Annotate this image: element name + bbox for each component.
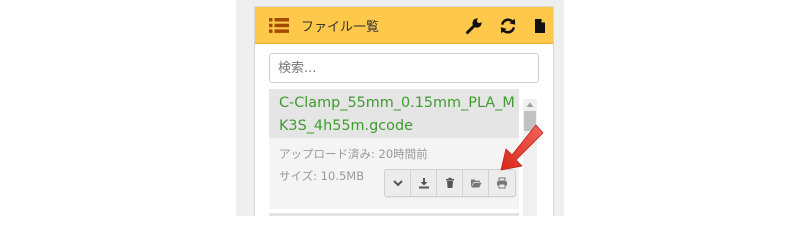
search-input[interactable] xyxy=(269,53,539,83)
files-panel-title: ファイル一覧 xyxy=(301,20,380,35)
print-icon xyxy=(497,177,507,189)
folder-open-icon xyxy=(470,179,481,188)
file-name-link[interactable]: C-Clamp_55mm_0.15mm_PLA_MK3S_4h55m.gcode xyxy=(269,89,519,138)
refresh-button[interactable] xyxy=(498,16,518,36)
print-button[interactable] xyxy=(489,170,515,196)
new-file-button[interactable] xyxy=(530,16,550,36)
load-button[interactable] xyxy=(463,170,489,196)
upload-time-text: アップロード済み: 20時間前 xyxy=(279,147,428,161)
download-icon xyxy=(418,178,429,189)
new-file-icon xyxy=(535,19,545,33)
file-action-buttons xyxy=(384,169,516,197)
file-size-text: サイズ: 10.5MB xyxy=(279,169,365,183)
list-icon xyxy=(269,18,289,33)
chevron-down-icon xyxy=(392,180,403,187)
expand-button[interactable] xyxy=(385,170,411,196)
files-panel: ファイル一覧 C-Clamp_55mm_0.15mm_PL xyxy=(254,6,554,216)
download-button[interactable] xyxy=(411,170,437,196)
wrench-button[interactable] xyxy=(464,16,484,36)
wrench-icon xyxy=(466,18,482,34)
refresh-icon xyxy=(500,18,516,34)
delete-button[interactable] xyxy=(437,170,463,196)
file-list-item[interactable]: C-Clamp_55mm_0.15mm_PLA_MK3S_4h55m.gcode… xyxy=(269,89,519,209)
file-list-item[interactable] xyxy=(269,213,519,216)
file-list-scrollbar[interactable] xyxy=(523,99,537,216)
files-panel-header: ファイル一覧 xyxy=(255,7,553,44)
scroll-thumb[interactable] xyxy=(524,111,536,131)
scroll-up-arrow-icon[interactable] xyxy=(523,99,537,111)
trash-icon xyxy=(445,177,454,188)
